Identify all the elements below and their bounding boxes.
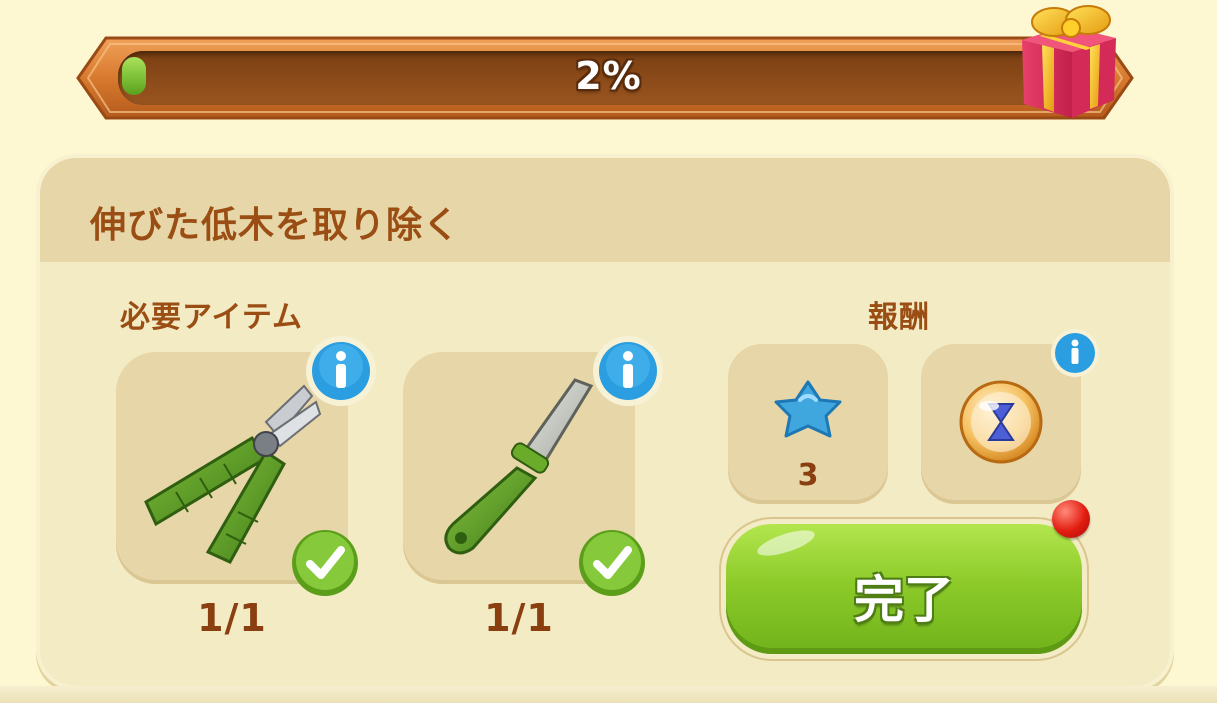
bottom-strip (0, 686, 1217, 703)
check-icon (579, 530, 645, 596)
blue-star-icon (774, 380, 842, 438)
check-icon (292, 530, 358, 596)
gift-box-icon[interactable] (1014, 0, 1124, 122)
complete-button[interactable]: 完了 (726, 524, 1082, 654)
quest-title: 伸びた低木を取り除く (90, 205, 461, 246)
rewards-label: 報酬 (868, 300, 930, 335)
required-items-label: 必要アイテム (120, 300, 303, 335)
button-shine (754, 525, 818, 561)
info-icon[interactable] (591, 334, 665, 408)
item-count: 1/1 (197, 596, 267, 640)
reward-count: 3 (797, 458, 819, 493)
notification-dot (1052, 500, 1090, 538)
item-count: 1/1 (484, 596, 554, 640)
info-icon[interactable] (1050, 328, 1100, 378)
complete-button-label: 完了 (854, 571, 954, 629)
info-icon[interactable] (304, 334, 378, 408)
